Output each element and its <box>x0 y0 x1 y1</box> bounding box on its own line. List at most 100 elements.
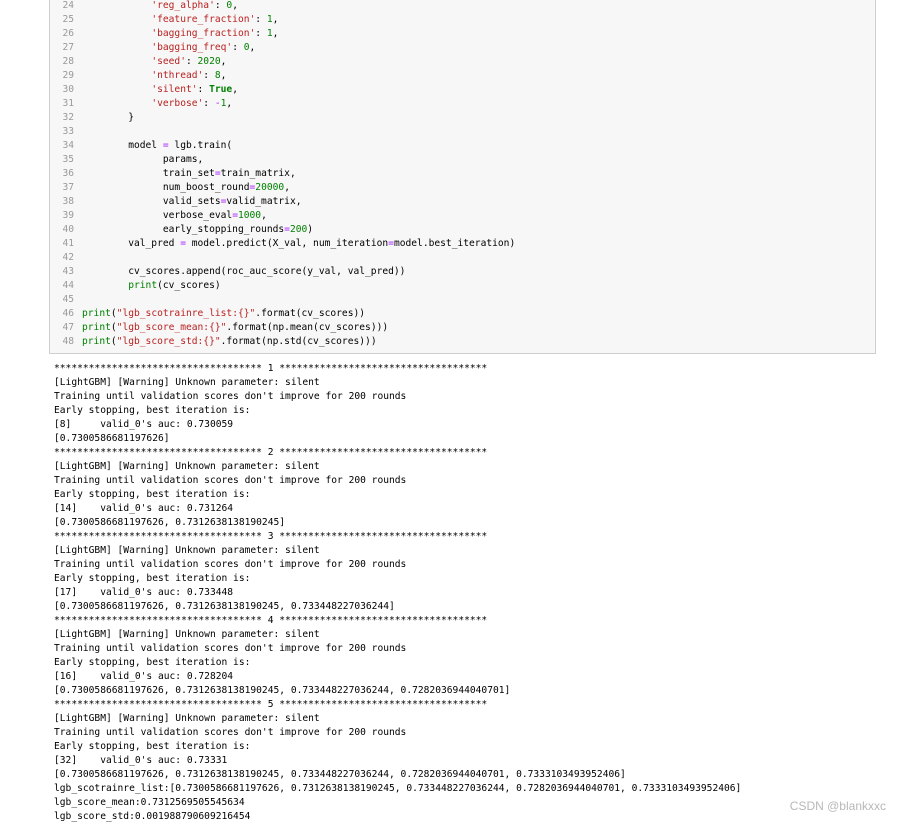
line-number: 31 <box>62 98 74 109</box>
code-token: val_pred <box>82 238 181 249</box>
code-text: print("lgb_scotrainre_list:{}".format(cv… <box>82 308 365 319</box>
code-line: 48 print("lgb_score_std:{}".format(np.std… <box>50 335 377 349</box>
code-cell[interactable]: 24 'reg_alpha': 0, 25 'feature_fraction':… <box>49 0 876 354</box>
code-token: : <box>203 98 215 109</box>
line-number: 44 <box>62 280 74 291</box>
code-text: train_set=train_matrix, <box>82 168 296 179</box>
code-token: , <box>220 56 227 67</box>
output-line: lgb_score_mean:0.7312569505545634 <box>54 797 245 808</box>
code-text: print("lgb_score_std:{}".format(np.std(c… <box>82 336 377 347</box>
output-line: Early stopping, best iteration is: <box>54 489 251 500</box>
output-line: Early stopping, best iteration is: <box>54 405 251 416</box>
output-line: Training until validation scores don't i… <box>54 643 407 654</box>
output-line: Early stopping, best iteration is: <box>54 573 251 584</box>
code-text: 'bagging_fraction': 1, <box>82 28 278 39</box>
line-number: 46 <box>62 308 74 319</box>
code-token: ) <box>307 224 314 235</box>
code-token: True <box>209 84 233 95</box>
code-line: 29 'nthread': 8, <box>50 69 226 83</box>
line-number: 25 <box>62 14 74 25</box>
output-line: [LightGBM] [Warning] Unknown parameter: … <box>54 461 320 472</box>
code-line: 28 'seed': 2020, <box>50 55 226 69</box>
output-line: lgb_score_std:0.001988790609216454 <box>54 811 251 822</box>
code-text: model = lgb.train( <box>82 140 232 151</box>
output-line: [LightGBM] [Warning] Unknown parameter: … <box>54 713 320 724</box>
output-line: [0.7300586681197626, 0.7312638138190245,… <box>54 601 395 612</box>
code-token: print <box>82 308 111 319</box>
output-line: [16] valid_0's auc: 0.728204 <box>54 671 234 682</box>
code-line: 43 cv_scores.append(roc_auc_score(y_val,… <box>50 265 405 279</box>
watermark: CSDN @blankxxc <box>789 799 886 813</box>
code-line: 24 'reg_alpha': 0, <box>50 0 238 13</box>
line-number: 42 <box>62 252 74 263</box>
output-line: ************************************ 2 *… <box>54 447 488 458</box>
code-token: 'verbose' <box>151 98 204 109</box>
code-token: , <box>220 70 227 81</box>
code-text: val_pred = model.predict(X_val, num_iter… <box>82 238 515 249</box>
output-line: Training until validation scores don't i… <box>54 391 407 402</box>
code-token: model.predict(X_val, num_iteration <box>185 238 389 249</box>
code-token: train_matrix, <box>220 168 296 179</box>
code-token: train_set <box>82 168 215 179</box>
cell-output: ************************************ 1 *… <box>54 362 874 824</box>
code-token: cv_scores.append(roc_auc_score(y_val, va… <box>82 266 406 277</box>
code-token: , <box>284 182 290 193</box>
code-token: , <box>226 98 233 109</box>
output-line: Training until validation scores don't i… <box>54 559 407 570</box>
output-line: [32] valid_0's auc: 0.73331 <box>54 755 228 766</box>
code-token: : <box>255 28 267 39</box>
code-token: : <box>197 84 210 95</box>
output-line: ************************************ 1 *… <box>54 363 488 374</box>
code-text: 'verbose': -1, <box>82 98 232 109</box>
code-text: 'reg_alpha': 0, <box>82 0 238 11</box>
code-token: : <box>185 56 198 67</box>
code-token: valid_sets <box>82 196 221 207</box>
line-number: 24 <box>62 0 74 11</box>
line-number: 43 <box>62 266 74 277</box>
output-line: Training until validation scores don't i… <box>54 727 407 738</box>
code-token: params, <box>82 154 204 165</box>
code-token: print <box>82 336 111 347</box>
code-line: 34 model = lgb.train( <box>50 139 232 153</box>
code-text: params, <box>82 154 203 165</box>
output-line: [LightGBM] [Warning] Unknown parameter: … <box>54 629 320 640</box>
code-line: 30 'silent': True, <box>50 83 238 97</box>
code-token: "lgb_score_mean:{}" <box>116 322 227 333</box>
code-token: 2020 <box>197 56 221 67</box>
code-line: 27 'bagging_freq': 0, <box>50 41 255 55</box>
code-line: 46 print("lgb_scotrainre_list:{}".format(… <box>50 307 365 321</box>
code-token: lgb.train( <box>168 140 233 151</box>
code-text: cv_scores.append(roc_auc_score(y_val, va… <box>82 266 405 277</box>
output-line: [0.7300586681197626] <box>54 433 170 444</box>
code-line: 42 <box>50 251 82 265</box>
line-number: 47 <box>62 322 74 333</box>
code-token: 'bagging_freq' <box>151 42 233 53</box>
code-line: 31 'verbose': -1, <box>50 97 232 111</box>
output-line: [14] valid_0's auc: 0.731264 <box>54 503 234 514</box>
code-token: } <box>82 112 134 123</box>
code-token: 'nthread' <box>151 70 204 81</box>
line-number: 28 <box>62 56 74 67</box>
code-line: 37 num_boost_round=20000, <box>50 181 290 195</box>
output-line: ************************************ 4 *… <box>54 615 488 626</box>
code-token: "lgb_score_std:{}" <box>116 336 221 347</box>
line-number: 27 <box>62 42 74 53</box>
code-line: 41 val_pred = model.predict(X_val, num_i… <box>50 237 515 251</box>
code-line: 33 <box>50 125 82 139</box>
code-line: 44 print(cv_scores) <box>50 279 220 293</box>
code-line: 39 verbose_eval=1000, <box>50 209 266 223</box>
line-number: 30 <box>62 84 74 95</box>
code-text: 'feature_fraction': 1, <box>82 14 278 25</box>
output-line: lgb_scotrainre_list:[0.7300586681197626,… <box>54 783 742 794</box>
output-line: [LightGBM] [Warning] Unknown parameter: … <box>54 377 320 388</box>
code-token: , <box>272 14 279 25</box>
code-token: : <box>214 0 227 11</box>
code-token: 'feature_fraction' <box>151 14 256 25</box>
